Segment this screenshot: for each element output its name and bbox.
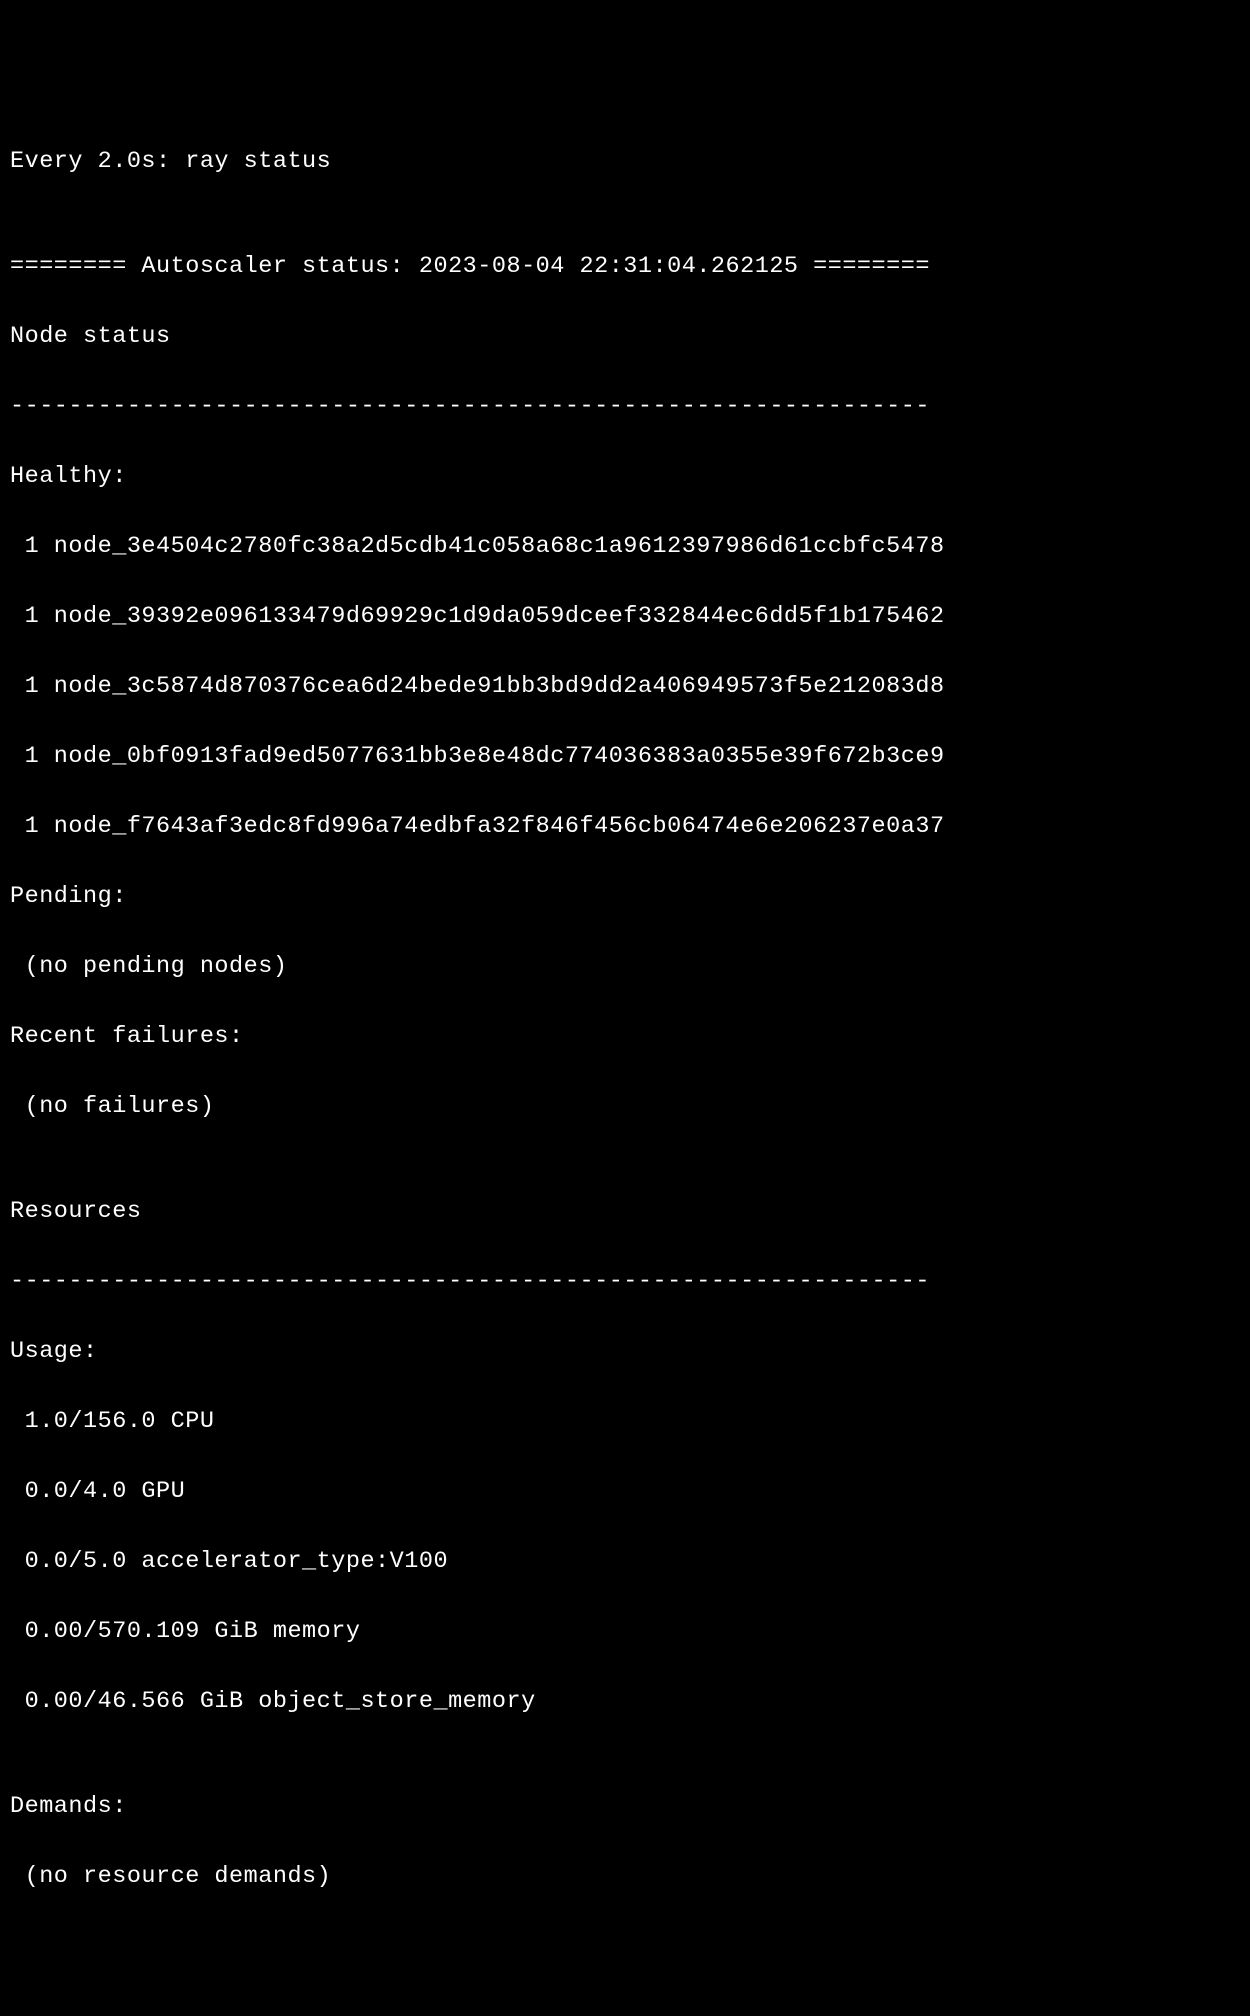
demands-status: (no resource demands) bbox=[10, 1859, 1240, 1894]
usage-memory: 0.00/570.109 GiB memory bbox=[10, 1614, 1240, 1649]
autoscaler-header: ======== Autoscaler status: 2023-08-04 2… bbox=[10, 249, 1240, 284]
healthy-node: 1 node_3c5874d870376cea6d24bede91bb3bd9d… bbox=[10, 669, 1240, 704]
watch-header: Every 2.0s: ray status bbox=[10, 144, 1240, 179]
divider: ----------------------------------------… bbox=[10, 389, 1240, 424]
pending-status: (no pending nodes) bbox=[10, 949, 1240, 984]
node-status-header: Node status bbox=[10, 319, 1240, 354]
healthy-label: Healthy: bbox=[10, 459, 1240, 494]
healthy-node: 1 node_0bf0913fad9ed5077631bb3e8e48dc774… bbox=[10, 739, 1240, 774]
demands-label: Demands: bbox=[10, 1789, 1240, 1824]
resources-header: Resources bbox=[10, 1194, 1240, 1229]
recent-failures-label: Recent failures: bbox=[10, 1019, 1240, 1054]
recent-failures-status: (no failures) bbox=[10, 1089, 1240, 1124]
usage-object-store: 0.00/46.566 GiB object_store_memory bbox=[10, 1684, 1240, 1719]
pending-label: Pending: bbox=[10, 879, 1240, 914]
usage-gpu: 0.0/4.0 GPU bbox=[10, 1474, 1240, 1509]
usage-accelerator: 0.0/5.0 accelerator_type:V100 bbox=[10, 1544, 1240, 1579]
usage-cpu: 1.0/156.0 CPU bbox=[10, 1404, 1240, 1439]
healthy-node: 1 node_f7643af3edc8fd996a74edbfa32f846f4… bbox=[10, 809, 1240, 844]
usage-label: Usage: bbox=[10, 1334, 1240, 1369]
healthy-node: 1 node_3e4504c2780fc38a2d5cdb41c058a68c1… bbox=[10, 529, 1240, 564]
divider: ----------------------------------------… bbox=[10, 1264, 1240, 1299]
healthy-node: 1 node_39392e096133479d69929c1d9da059dce… bbox=[10, 599, 1240, 634]
